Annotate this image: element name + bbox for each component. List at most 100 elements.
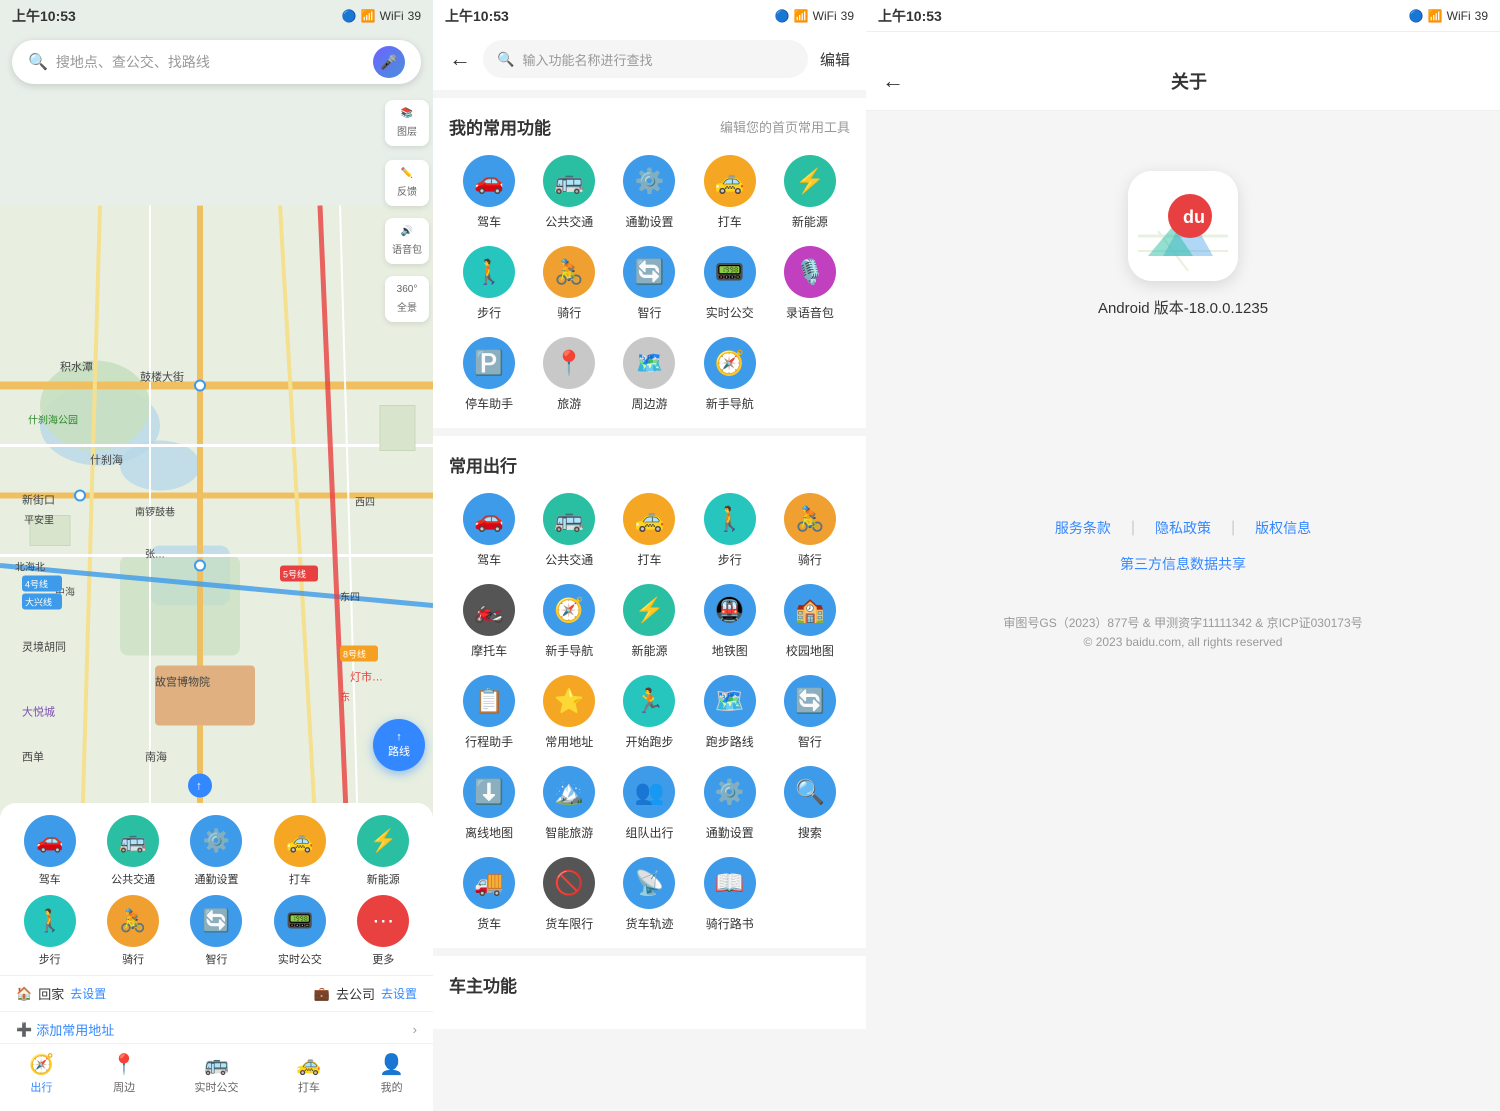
ct-group[interactable]: 👥 组队出行 — [609, 766, 689, 841]
map-drive-item[interactable]: 🚗 驾车 — [24, 815, 76, 887]
privacy-policy-link[interactable]: 隐私政策 — [1155, 518, 1211, 538]
menu-search-bar[interactable]: 🔍 输入功能名称进行查找 — [483, 40, 808, 78]
map-smart-item[interactable]: 🔄 智行 — [190, 895, 242, 967]
ct-cycle-book-icon: 📖 — [704, 857, 756, 909]
feature-transit[interactable]: 🚌 公共交通 — [529, 155, 609, 230]
ct-truck-track[interactable]: 📡 货车轨迹 — [609, 857, 689, 932]
feature-beginner-nav[interactable]: 🧭 新手导航 — [690, 337, 770, 412]
map-bike-item[interactable]: 🚴 骑行 — [107, 895, 159, 967]
map-commute-item[interactable]: ⚙️ 通勤设置 — [190, 815, 242, 887]
status-bar-1: 上午10:53 🔵 📶 WiFi 39 — [0, 0, 433, 32]
map-layers-button[interactable]: 📚 图层 — [385, 100, 429, 146]
ct-transit[interactable]: 🚌 公共交通 — [529, 493, 609, 568]
feature-parking[interactable]: 🅿️ 停车助手 — [449, 337, 529, 412]
nearby-nav-label: 周边 — [113, 1079, 135, 1095]
feature-ev[interactable]: ⚡ 新能源 — [770, 155, 850, 230]
ct-smart[interactable]: 🔄 智行 — [770, 675, 850, 750]
ct-beginner[interactable]: 🧭 新手导航 — [529, 584, 609, 659]
ct-moto[interactable]: 🏍️ 摩托车 — [449, 584, 529, 659]
svg-text:故宫博物院: 故宫博物院 — [155, 675, 210, 689]
drive-feature-label: 驾车 — [477, 213, 501, 230]
ct-smart-icon: 🔄 — [784, 675, 836, 727]
ev-feature-icon: ⚡ — [784, 155, 836, 207]
map-panel: 上午10:53 🔵 📶 WiFi 39 — [0, 0, 433, 1111]
add-address-button[interactable]: ➕ 添加常用地址 › — [0, 1011, 433, 1043]
bike-feature-label: 骑行 — [557, 304, 581, 321]
ct-taxi[interactable]: 🚕 打车 — [609, 493, 689, 568]
voice-search-button[interactable]: 🎤 — [373, 46, 405, 78]
ct-offline[interactable]: ⬇️ 离线地图 — [449, 766, 529, 841]
ct-runroute-icon: 🗺️ — [704, 675, 756, 727]
home-set-button[interactable]: 去设置 — [70, 985, 106, 1002]
ct-run[interactable]: 🏃 开始跑步 — [609, 675, 689, 750]
map-feedback-button[interactable]: ✏️ 反馈 — [385, 160, 429, 206]
ct-cycle-book[interactable]: 📖 骑行路书 — [690, 857, 770, 932]
car-owner-title: 车主功能 — [449, 972, 517, 997]
feature-tourism[interactable]: 📍 旅游 — [529, 337, 609, 412]
bluetooth-icon: 🔵 — [342, 9, 357, 23]
work-set-button[interactable]: 去设置 — [381, 985, 417, 1002]
feature-walk[interactable]: 🚶 步行 — [449, 246, 529, 321]
walk-feature-label: 步行 — [477, 304, 501, 321]
svg-text:灯市…: 灯市… — [350, 670, 383, 684]
svg-text:什刹海: 什刹海 — [90, 453, 123, 467]
map-audio-button[interactable]: 🔊 语音包 — [385, 218, 429, 264]
ct-drive-label: 驾车 — [477, 551, 501, 568]
feature-realtime-bus[interactable]: 📟 实时公交 — [690, 246, 770, 321]
about-back-button[interactable]: ← — [882, 68, 904, 94]
more-label: 更多 — [372, 951, 394, 967]
ct-truck[interactable]: 🚚 货车 — [449, 857, 529, 932]
ct-walk[interactable]: 🚶 步行 — [690, 493, 770, 568]
ct-bike-icon: 🚴 — [784, 493, 836, 545]
feature-bike[interactable]: 🚴 骑行 — [529, 246, 609, 321]
feature-voice[interactable]: 🎙️ 录语音包 — [770, 246, 850, 321]
feature-commute[interactable]: ⚙️ 通勤设置 — [609, 155, 689, 230]
third-party-link[interactable]: 第三方信息数据共享 — [1120, 554, 1246, 574]
feature-drive[interactable]: 🚗 驾车 — [449, 155, 529, 230]
map-more-item[interactable]: ⋯ 更多 — [357, 895, 409, 967]
svg-text:新街口: 新街口 — [22, 493, 55, 507]
map-search-bar[interactable]: 🔍 搜地点、查公交、找路线 🎤 — [12, 40, 421, 84]
map-taxi-item[interactable]: 🚕 打车 — [274, 815, 326, 887]
my-features-title: 我的常用功能 — [449, 114, 551, 139]
ct-runroute[interactable]: 🗺️ 跑步路线 — [690, 675, 770, 750]
ct-truck-limit[interactable]: 🚫 货车限行 — [529, 857, 609, 932]
edit-button[interactable]: 编辑 — [820, 49, 850, 70]
home-item[interactable]: 🏠 回家 去设置 — [16, 984, 106, 1003]
route-button[interactable]: ↑ 路线 — [373, 719, 425, 771]
ct-metro[interactable]: 🚇 地铁图 — [690, 584, 770, 659]
copyright-link[interactable]: 版权信息 — [1255, 518, 1311, 538]
nav-realtime-bus[interactable]: 🚌 实时公交 — [195, 1052, 239, 1095]
feature-smart[interactable]: 🔄 智行 — [609, 246, 689, 321]
walk-icon-circle: 🚶 — [24, 895, 76, 947]
ct-commute[interactable]: ⚙️ 通勤设置 — [690, 766, 770, 841]
ct-fav[interactable]: ⭐ 常用地址 — [529, 675, 609, 750]
smart-icon-circle: 🔄 — [190, 895, 242, 947]
svg-text:北海北: 北海北 — [15, 561, 45, 574]
map-ev-item[interactable]: ⚡ 新能源 — [357, 815, 409, 887]
ct-bike[interactable]: 🚴 骑行 — [770, 493, 850, 568]
map-realtime-bus-item[interactable]: 📟 实时公交 — [274, 895, 326, 967]
add-address-label: 添加常用地址 — [36, 1020, 114, 1039]
service-terms-link[interactable]: 服务条款 — [1055, 518, 1111, 538]
feature-nearby-tour[interactable]: 🗺️ 周边游 — [609, 337, 689, 412]
nav-taxi[interactable]: 🚕 打车 — [296, 1052, 321, 1095]
map-walk-item[interactable]: 🚶 步行 — [24, 895, 76, 967]
ct-search[interactable]: 🔍 搜索 — [770, 766, 850, 841]
feature-taxi[interactable]: 🚕 打车 — [690, 155, 770, 230]
about-header: ← 关于 — [866, 32, 1500, 111]
layers-label: 图层 — [397, 123, 417, 138]
nav-nearby[interactable]: 📍 周边 — [112, 1052, 137, 1095]
nav-trip[interactable]: 🧭 出行 — [29, 1052, 54, 1095]
nav-mine[interactable]: 👤 我的 — [379, 1052, 404, 1095]
ct-ev[interactable]: ⚡ 新能源 — [609, 584, 689, 659]
map-360-button[interactable]: 360° 全景 — [385, 276, 429, 322]
menu-back-button[interactable]: ← — [449, 46, 471, 72]
ct-ai-tour[interactable]: 🏔️ 智能旅游 — [529, 766, 609, 841]
ct-taxi-icon: 🚕 — [623, 493, 675, 545]
ct-campus[interactable]: 🏫 校园地图 — [770, 584, 850, 659]
work-item[interactable]: 💼 去公司 去设置 — [314, 984, 417, 1003]
ct-trip[interactable]: 📋 行程助手 — [449, 675, 529, 750]
map-transit-item[interactable]: 🚌 公共交通 — [107, 815, 159, 887]
ct-drive[interactable]: 🚗 驾车 — [449, 493, 529, 568]
